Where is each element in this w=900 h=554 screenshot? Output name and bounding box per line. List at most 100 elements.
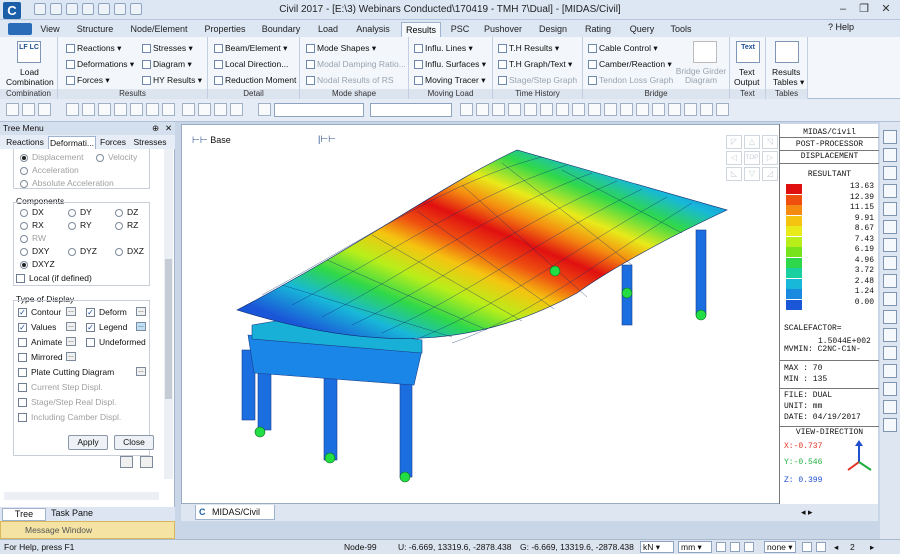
close-button[interactable]: Close [114, 435, 154, 450]
polygon-select-icon[interactable] [98, 103, 111, 116]
diagram-button[interactable]: Diagram ▾ [142, 59, 192, 70]
forces-button[interactable]: Forces ▾ [66, 75, 110, 86]
view-left-icon[interactable] [668, 103, 681, 116]
radio-dz[interactable]: DZ [115, 207, 138, 217]
radio-velocity[interactable]: Velocity [96, 152, 137, 162]
tree-scrollbar[interactable] [164, 149, 173, 479]
file-menu-button[interactable] [8, 23, 32, 35]
tendon-loss-graph-button[interactable]: Tendon Loss Graph [588, 75, 673, 86]
radio-dxy[interactable]: DXY [20, 246, 49, 256]
radio-dx[interactable]: DX [20, 207, 44, 217]
view-toolbar-icon-3[interactable] [883, 166, 897, 180]
tab-query[interactable]: Query [624, 22, 660, 37]
plane-select-icon[interactable] [130, 103, 143, 116]
view-toolbar-icon-5[interactable] [883, 202, 897, 216]
view-toolbar-icon-7[interactable] [883, 238, 897, 252]
radio-displacement[interactable]: Displacement [20, 152, 84, 162]
minimize-icon[interactable]: – [835, 2, 851, 17]
pin-icon[interactable]: ⊕ [152, 122, 159, 135]
activate-icon[interactable] [460, 103, 473, 116]
view-top-icon[interactable] [620, 103, 633, 116]
mirrored-options-button[interactable]: … [66, 352, 76, 361]
checkbox-current-step[interactable]: Current Step Displ. [18, 382, 103, 393]
stage-step-graph-button[interactable]: Stage/Step Graph [498, 75, 577, 86]
tab-psc[interactable]: PSC [448, 22, 472, 37]
zoom-window-icon[interactable] [198, 103, 211, 116]
view-toolbar-icon-10[interactable] [883, 292, 897, 306]
tab-node-element[interactable]: Node/Element [126, 22, 192, 37]
radio-rx[interactable]: RX [20, 220, 44, 230]
view-toolbar-icon-12[interactable] [883, 328, 897, 342]
reactions-button[interactable]: Reactions ▾ [66, 43, 121, 54]
shrink-icon[interactable] [524, 103, 537, 116]
contour-options-button[interactable]: … [66, 307, 76, 316]
tab-results[interactable]: Results [401, 22, 441, 37]
bridge-deformation-contour[interactable] [182, 125, 779, 505]
filter-icon[interactable] [162, 103, 175, 116]
bridge-girder-diagram-label[interactable]: Bridge Girder Diagram [673, 67, 729, 85]
load-settings-icon[interactable] [140, 456, 153, 468]
local-direction-button[interactable]: Local Direction... [214, 59, 288, 70]
checkbox-animate[interactable]: Animate [18, 337, 62, 348]
view-front-icon[interactable] [636, 103, 649, 116]
influ-surfaces-button[interactable]: Influ. Surfaces ▾ [414, 59, 486, 70]
tab-rating[interactable]: Rating [580, 22, 616, 37]
text-output-icon[interactable]: Text [736, 41, 760, 63]
checkbox-plate-cutting[interactable]: Plate Cutting Diagram [18, 367, 114, 378]
restore-icon[interactable]: ❐ [856, 2, 872, 17]
length-unit-select[interactable]: mm ▾ [678, 541, 712, 553]
panel-close-icon[interactable]: ✕ [165, 122, 172, 135]
redraw-icon[interactable] [716, 103, 729, 116]
perspective-icon[interactable] [540, 103, 553, 116]
tab-tools[interactable]: Tools [666, 22, 696, 37]
status-icon-4[interactable] [802, 542, 812, 552]
subtab-forces[interactable]: Forces [97, 136, 129, 149]
intersect-select-icon[interactable] [114, 103, 127, 116]
checkbox-values[interactable]: ✓ Values [18, 322, 56, 333]
radio-rz[interactable]: RZ [115, 220, 138, 230]
tab-boundary[interactable]: Boundary [258, 22, 304, 37]
radio-dy[interactable]: DY [68, 207, 92, 217]
view-toolbar-icon-15[interactable] [883, 382, 897, 396]
view-toolbar-icon-9[interactable] [883, 274, 897, 288]
radio-rw[interactable]: RW [20, 233, 46, 243]
view-toolbar-icon-2[interactable] [883, 148, 897, 162]
select-tool-icon[interactable] [66, 103, 79, 116]
inactivate-icon[interactable] [476, 103, 489, 116]
tab-pushover[interactable]: Pushover [480, 22, 526, 37]
load-combination-icon[interactable]: LF LC [17, 41, 41, 63]
reduction-moment-button[interactable]: Reduction Moment [214, 75, 296, 86]
load-combination-label-1[interactable]: Load [20, 67, 39, 77]
view-right-icon[interactable] [652, 103, 665, 116]
view-toolbar-icon-8[interactable] [883, 256, 897, 270]
redo-tool-icon[interactable] [22, 103, 35, 116]
save-settings-icon[interactable] [120, 456, 133, 468]
deselect-icon[interactable] [146, 103, 159, 116]
tab-design[interactable]: Design [534, 22, 572, 37]
view-back-icon[interactable] [700, 103, 713, 116]
status-icon-1[interactable] [716, 542, 726, 552]
tab-view[interactable]: View [38, 22, 62, 37]
results-tables-icon[interactable] [775, 41, 799, 63]
view-toolbar-icon-13[interactable] [883, 346, 897, 360]
apply-button[interactable]: Apply [68, 435, 108, 450]
values-options-button[interactable]: … [66, 322, 76, 331]
mode-shapes-button[interactable]: Mode Shapes ▾ [306, 43, 376, 54]
tab-structure[interactable]: Structure [72, 22, 118, 37]
th-graph-text-button[interactable]: T.H Graph/Text ▾ [498, 59, 572, 70]
view-bottom-icon[interactable] [684, 103, 697, 116]
modal-damping-button[interactable]: Modal Damping Ratio... [306, 59, 406, 70]
deform-options-button[interactable]: … [136, 307, 146, 316]
radio-acceleration[interactable]: Acceleration [20, 165, 79, 175]
model-view[interactable]: ⊢⊢ Base |⊢⊢ ◸ △ ◹ ◁ TOP ▷ ◺ ▽ ◿ [181, 124, 878, 504]
view-toolbar-icon-4[interactable] [883, 184, 897, 198]
checkbox-stage-step-real[interactable]: Stage/Step Real Displ. [18, 397, 117, 408]
page-next-icon[interactable]: ▸ [870, 540, 874, 554]
view-toolbar-icon-6[interactable] [883, 220, 897, 234]
radio-ry[interactable]: RY [68, 220, 92, 230]
text-output-label-2[interactable]: Output [734, 77, 760, 87]
checkbox-local[interactable]: Local (if defined) [16, 273, 92, 284]
checkbox-deform[interactable]: ✓ Deform [86, 307, 127, 318]
pan-icon[interactable] [214, 103, 227, 116]
element-number-icon[interactable] [588, 103, 601, 116]
